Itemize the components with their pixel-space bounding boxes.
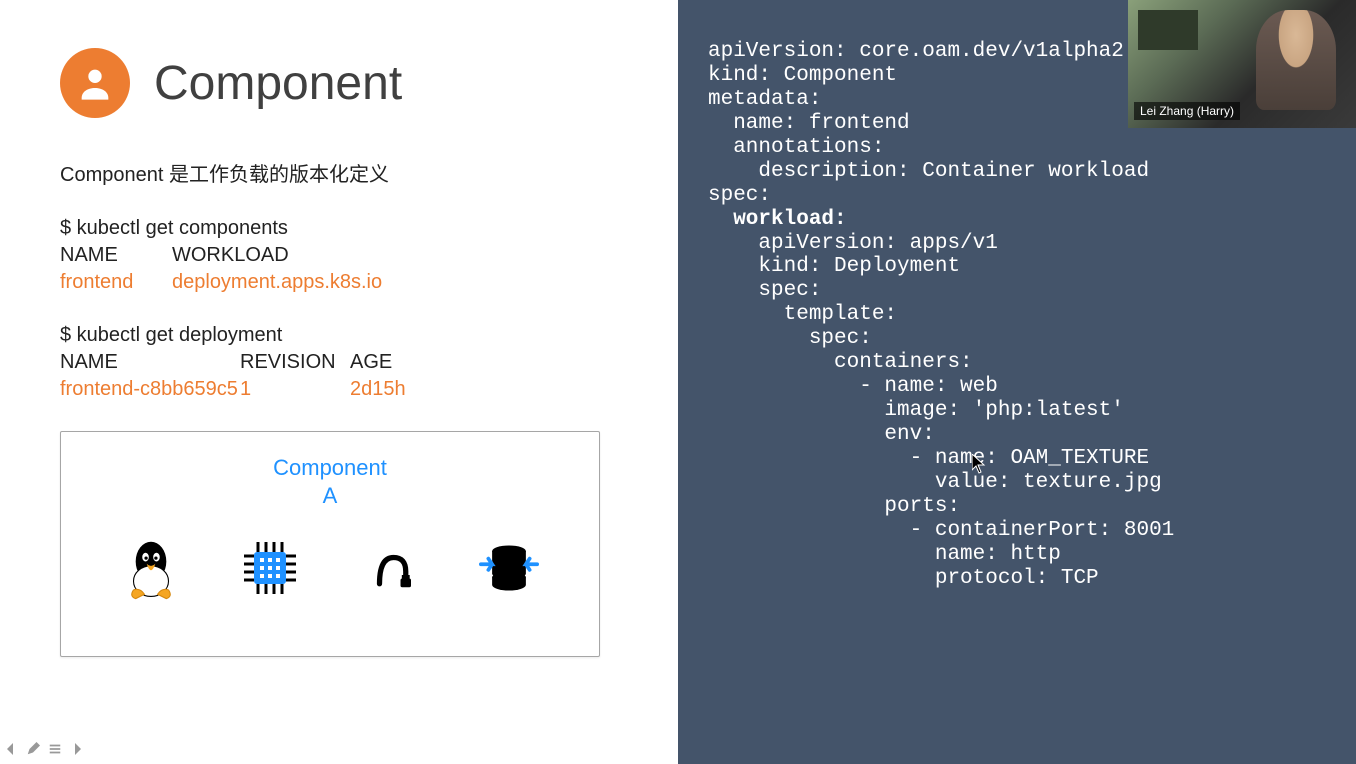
next-slide-icon[interactable] [68, 740, 86, 758]
code-line: - name: OAM_TEXTURE [708, 447, 1149, 470]
code-line-bold: workload: [708, 208, 847, 231]
table-header: WORKLOAD [172, 244, 432, 267]
code-line: protocol: TCP [708, 567, 1099, 590]
pen-icon[interactable] [24, 740, 42, 758]
code-line: - containerPort: 8001 [708, 519, 1174, 542]
webcam-background-shelf [1138, 10, 1198, 50]
kubectl-components-cmd: $ kubectl get components [60, 217, 618, 240]
table-header: REVISION [240, 351, 350, 374]
power-plug-icon [345, 523, 435, 613]
table-row: frontend-c8bb659c5 1 2d15h [60, 378, 618, 401]
slide-title: Component [154, 56, 402, 111]
code-line: image: 'php:latest' [708, 399, 1124, 422]
slide-left-panel: Component Component 是工作负载的版本化定义 $ kubect… [0, 0, 678, 764]
kubectl-deployment-cmd: $ kubectl get deployment [60, 324, 618, 347]
component-label-line: A [91, 482, 569, 510]
code-line: ports: [708, 495, 960, 518]
component-icons-row [91, 523, 569, 613]
code-line: apiVersion: core.oam.dev/v1alpha2 [708, 40, 1124, 63]
linux-tux-icon [106, 523, 196, 613]
slide-description: Component 是工作负载的版本化定义 [60, 158, 618, 187]
code-line: env: [708, 423, 935, 446]
code-line: spec: [708, 327, 872, 350]
table-cell: 1 [240, 378, 350, 401]
table-header: NAME [60, 351, 240, 374]
code-line: metadata: [708, 88, 821, 111]
deployment-table: NAME REVISION AGE frontend-c8bb659c5 1 2… [60, 351, 618, 401]
prev-slide-icon[interactable] [2, 740, 20, 758]
table-header: NAME [60, 244, 172, 267]
code-line: value: texture.jpg [708, 471, 1162, 494]
component-label-line: Component [91, 454, 569, 482]
code-line: description: Container workload [708, 160, 1149, 183]
code-line: spec: [708, 184, 771, 207]
code-line: annotations: [708, 136, 884, 159]
code-line: containers: [708, 351, 973, 374]
cpu-chip-icon [225, 523, 315, 613]
table-header: AGE [350, 351, 430, 374]
table-cell: 2d15h [350, 378, 430, 401]
menu-icon[interactable] [46, 740, 64, 758]
component-diagram-box: Component A [60, 431, 600, 657]
table-cell: deployment.apps.k8s.io [172, 271, 432, 294]
table-cell: frontend-c8bb659c5 [60, 378, 240, 401]
speaker-name-label: Lei Zhang (Harry) [1134, 102, 1240, 120]
webcam-person [1256, 10, 1336, 110]
code-line: - name: web [708, 375, 998, 398]
code-line: kind: Component [708, 64, 897, 87]
presentation-toolbar [2, 740, 86, 758]
code-line: name: http [708, 543, 1061, 566]
database-compress-icon [464, 523, 554, 613]
table-row: frontend deployment.apps.k8s.io [60, 271, 618, 294]
code-line: name: frontend [708, 112, 910, 135]
components-table: NAME WORKLOAD frontend deployment.apps.k… [60, 244, 618, 294]
title-row: Component [60, 48, 618, 118]
code-line: apiVersion: apps/v1 [708, 232, 998, 255]
code-line: template: [708, 303, 897, 326]
code-line: kind: Deployment [708, 255, 960, 278]
component-label: Component A [91, 454, 569, 509]
user-icon [60, 48, 130, 118]
code-line: spec: [708, 279, 821, 302]
webcam-video: Lei Zhang (Harry) [1128, 0, 1356, 128]
table-cell: frontend [60, 271, 172, 294]
